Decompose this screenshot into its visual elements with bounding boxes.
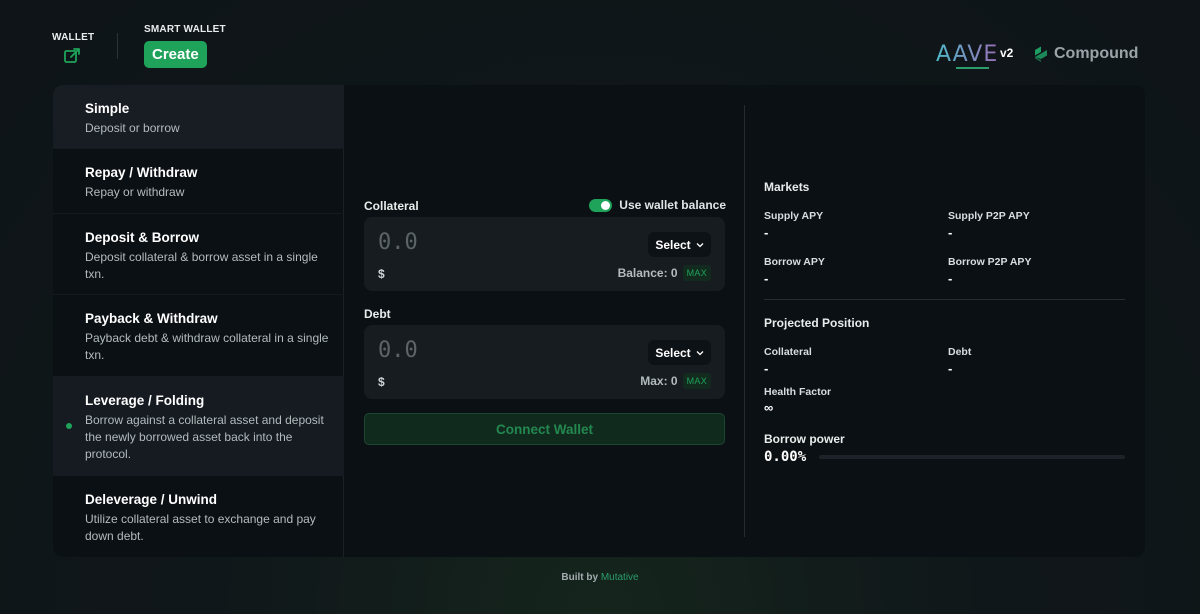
borrow-power-label: Borrow power <box>764 432 845 446</box>
markets-heading: Markets <box>764 180 810 194</box>
max-row: Max: 0 MAX <box>640 373 711 389</box>
smart-wallet-section: SMART WALLET Create <box>144 24 226 68</box>
sidebar-item-simple[interactable]: Simple Deposit or borrow <box>53 85 344 149</box>
stats-divider <box>764 299 1125 300</box>
use-wallet-balance-label: Use wallet balance <box>619 198 726 212</box>
projected-debt-label: Debt <box>948 346 972 358</box>
sidebar-item-title: Deposit & Borrow <box>85 230 200 245</box>
max-text: Max: 0 <box>640 374 678 388</box>
stats-panel: Markets Supply APY - Supply P2P APY - Bo… <box>764 85 1125 557</box>
toggle-switch[interactable] <box>589 198 613 212</box>
compound-logo-text: Compound <box>1054 45 1139 62</box>
projected-position-heading: Projected Position <box>764 316 870 330</box>
borrow-p2p-apy-value: - <box>948 271 953 286</box>
max-collateral-button[interactable]: MAX <box>682 265 711 281</box>
borrow-power-bar <box>819 455 1125 459</box>
column-divider <box>744 105 745 537</box>
debt-input-box: 0.0 Select $ Max: 0 MAX <box>364 325 725 399</box>
wallet-section: WALLET <box>52 32 95 65</box>
connect-wallet-button[interactable]: Connect Wallet <box>364 413 725 445</box>
sidebar-item-desc: Utilize collateral asset to exchange and… <box>85 512 316 543</box>
debt-asset-select[interactable]: Select <box>648 340 711 365</box>
sidebar-item-title: Deleverage / Unwind <box>85 492 218 507</box>
sidebar-item-deleverage-unwind[interactable]: Deleverage / Unwind Utilize collateral a… <box>53 476 344 557</box>
collateral-input-box: 0.0 Select $ Balance: 0 MAX <box>364 217 725 291</box>
projected-debt-value: - <box>948 361 953 376</box>
projected-collateral-label: Collateral <box>764 346 812 358</box>
select-label: Select <box>655 237 691 252</box>
aave-active-indicator <box>956 67 989 69</box>
collateral-usd-value: $ <box>378 267 385 281</box>
projected-collateral-value: - <box>764 361 769 376</box>
supply-p2p-apy-label: Supply P2P APY <box>948 210 1030 222</box>
external-link-icon[interactable] <box>63 47 81 65</box>
collateral-label: Collateral <box>364 199 419 213</box>
max-debt-button[interactable]: MAX <box>682 373 711 389</box>
collateral-asset-select[interactable]: Select <box>648 232 711 257</box>
balance-row: Balance: 0 MAX <box>618 265 711 281</box>
balance-text: Balance: 0 <box>617 266 678 280</box>
supply-apy-value: - <box>764 225 769 240</box>
debt-usd-value: $ <box>378 375 385 389</box>
chevron-down-icon <box>696 242 704 247</box>
chevron-down-icon <box>696 350 704 355</box>
debt-amount-input[interactable]: 0.0 <box>378 338 418 363</box>
wallet-label: WALLET <box>52 32 95 43</box>
use-wallet-balance-toggle[interactable]: Use wallet balance <box>589 198 726 212</box>
header-divider <box>117 33 118 59</box>
health-factor-label: Health Factor <box>764 386 832 398</box>
footer: Built by Mutative <box>0 572 1200 583</box>
debt-label: Debt <box>364 307 391 321</box>
sidebar-item-desc: Repay or withdraw <box>85 185 185 199</box>
compound-protocol-button[interactable]: Compound <box>1032 44 1138 64</box>
sidebar: Simple Deposit or borrow Repay / Withdra… <box>53 85 344 557</box>
sidebar-item-desc: Borrow against a collateral asset and de… <box>85 413 324 461</box>
supply-apy-label: Supply APY <box>764 210 824 222</box>
aave-version: v2 <box>1000 46 1014 60</box>
built-by-text: Built by <box>561 572 599 583</box>
sidebar-item-title: Leverage / Folding <box>85 393 205 408</box>
sidebar-item-title: Repay / Withdraw <box>85 165 198 180</box>
sidebar-item-title: Payback & Withdraw <box>85 311 218 326</box>
collateral-amount-input[interactable]: 0.0 <box>378 230 418 255</box>
sidebar-item-desc: Payback debt & withdraw collateral in a … <box>85 331 329 362</box>
top-bar: WALLET SMART WALLET Create AAVE v2 Compo… <box>0 0 1200 85</box>
sidebar-item-repay-withdraw[interactable]: Repay / Withdraw Repay or withdraw <box>53 149 344 214</box>
aave-protocol-button[interactable]: AAVE v2 <box>936 42 1016 70</box>
sidebar-item-title: Simple <box>85 101 130 116</box>
mutative-link[interactable]: Mutative <box>601 572 639 583</box>
sidebar-item-deposit-borrow[interactable]: Deposit & Borrow Deposit collateral & bo… <box>53 214 344 295</box>
sidebar-item-desc: Deposit collateral & borrow asset in a s… <box>85 250 318 281</box>
sidebar-item-desc: Deposit or borrow <box>85 121 180 135</box>
borrow-p2p-apy-label: Borrow P2P APY <box>948 256 1032 268</box>
create-button[interactable]: Create <box>144 41 207 68</box>
supply-p2p-apy-value: - <box>948 225 953 240</box>
transaction-form: Collateral Use wallet balance 0.0 Select… <box>364 85 726 557</box>
borrow-apy-label: Borrow APY <box>764 256 825 268</box>
borrow-power-value: 0.00% <box>764 449 807 465</box>
sidebar-item-leverage-folding[interactable]: Leverage / Folding Borrow against a coll… <box>53 377 344 476</box>
smart-wallet-label: SMART WALLET <box>144 24 226 35</box>
compound-logo-icon <box>1035 46 1047 62</box>
borrow-apy-value: - <box>764 271 769 286</box>
main-panel: Simple Deposit or borrow Repay / Withdra… <box>53 85 1145 557</box>
sidebar-item-payback-withdraw[interactable]: Payback & Withdraw Payback debt & withdr… <box>53 295 344 377</box>
aave-logo: AAVE <box>936 42 999 67</box>
hover-indicator-dot <box>66 423 72 429</box>
health-factor-value: ∞ <box>764 400 774 415</box>
select-label: Select <box>655 345 691 360</box>
